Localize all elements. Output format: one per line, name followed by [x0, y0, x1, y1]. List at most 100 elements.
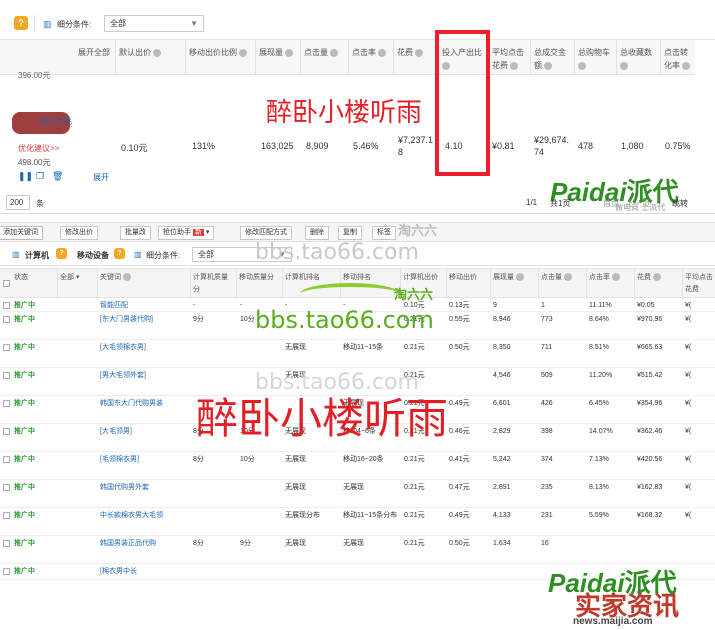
row-cost: ¥162.83: [637, 484, 663, 491]
col-impressions[interactable]: 展现量: [255, 40, 300, 75]
row-keyword[interactable]: 韩国男装正品代购: [100, 538, 190, 550]
expand-link[interactable]: 展开: [93, 172, 109, 183]
row-keyword[interactable]: [大毛领棉衣男]: [100, 342, 190, 354]
row-keyword[interactable]: 韩国代购男外套: [100, 482, 190, 494]
expand-all-link[interactable]: 展开全部: [75, 40, 115, 75]
product-title-link[interactable]: 男士大毛: [40, 116, 72, 127]
row-checkbox[interactable]: [3, 400, 10, 407]
col-ctr[interactable]: 点击率: [586, 269, 634, 299]
row-keyword[interactable]: [棉衣男中长: [100, 566, 190, 578]
optimize-suggest-link[interactable]: 优化建议>>: [18, 143, 59, 154]
col-fav[interactable]: 总收藏数: [616, 40, 660, 75]
tag-button[interactable]: 标签: [372, 226, 396, 240]
table-row[interactable]: 推广中 [毛领棉衣男] 8分 10分 无展现 移动16~20条 0.21元 0.41元 5,24…: [0, 452, 715, 480]
tab-mobile[interactable]: 移动设备: [77, 250, 109, 261]
row-keyword[interactable]: 中长款棉衣男大毛领: [100, 510, 190, 522]
row-status: 推广中: [14, 316, 35, 323]
col-cost[interactable]: 花费: [634, 269, 682, 299]
first-page-link[interactable]: 首页: [603, 198, 619, 209]
row-status: 推广中: [14, 456, 35, 463]
help-badge[interactable]: ?: [56, 248, 67, 259]
row-imp: 2,829: [493, 428, 511, 435]
row-checkbox[interactable]: [3, 540, 10, 547]
row-status: 推广中: [14, 540, 35, 547]
row-pcq: -: [193, 302, 196, 309]
row-keyword[interactable]: 智能匹配: [100, 300, 190, 312]
col-cpc[interactable]: 平均点击花费: [488, 40, 530, 75]
col-mobile-quality[interactable]: 移动质量分: [236, 269, 282, 299]
product-ctr: 5.46%: [353, 141, 379, 151]
product-impressions: 163,025: [261, 141, 294, 151]
row-ctr: 6.45%: [589, 400, 609, 407]
col-label: 展现量: [493, 274, 514, 281]
row-keyword[interactable]: [东大门男装代购]: [100, 314, 190, 326]
col-ctr[interactable]: 点击率: [348, 40, 393, 75]
row-checkbox[interactable]: [3, 316, 10, 323]
page-size-select[interactable]: 200: [6, 195, 30, 210]
row-mb: 0.41元: [449, 456, 470, 463]
col-cost[interactable]: 花费: [393, 40, 438, 75]
col-status-filter[interactable]: 全部 ▾: [57, 269, 97, 299]
help-badge[interactable]: ?: [114, 248, 125, 259]
row-keyword[interactable]: 韩国东大门代购男装: [100, 398, 190, 410]
col-clicks[interactable]: 点击量: [300, 40, 348, 75]
row-status: 推广中: [14, 428, 35, 435]
col-cart[interactable]: 总购物车: [574, 40, 616, 75]
product-cvr: 0.75%: [665, 141, 691, 151]
col-cvr[interactable]: 点击转化率: [660, 40, 695, 75]
col-cpc[interactable]: 平均点击花费: [682, 269, 715, 299]
table-row[interactable]: 推广中 韩国代购男外套 无展现 无展现 0.21元 0.47元 2,891 235 8.13% ¥…: [0, 480, 715, 508]
new-badge: 新: [192, 229, 204, 236]
trash-icon[interactable]: 🗑: [52, 171, 63, 182]
col-gmv[interactable]: 总成交金额: [530, 40, 574, 75]
row-cost: ¥362.46: [637, 428, 663, 435]
row-checkbox[interactable]: [3, 484, 10, 491]
tab-pc[interactable]: 计算机: [25, 250, 49, 261]
match-type-button[interactable]: 修改匹配方式: [240, 226, 292, 240]
col-clicks[interactable]: 点击量: [538, 269, 586, 299]
row-checkbox[interactable]: [3, 372, 10, 379]
col-impressions[interactable]: 展现量: [490, 269, 538, 299]
page-total: 共1页: [550, 199, 571, 208]
row-checkbox[interactable]: [3, 568, 10, 575]
pause-icon[interactable]: ❚❚: [18, 171, 33, 182]
prev-page-link[interactable]: 上一页: [626, 198, 650, 209]
row-pcb: 0.21元: [404, 540, 425, 547]
jump-button[interactable]: 跳转: [672, 198, 688, 209]
row-checkbox[interactable]: [3, 428, 10, 435]
col-keyword[interactable]: 关键词: [97, 269, 190, 299]
divider: [34, 15, 35, 31]
col-status[interactable]: 状态: [12, 269, 57, 299]
filter-select[interactable]: 全部 ▼: [104, 15, 204, 32]
help-badge[interactable]: ?: [14, 16, 28, 30]
row-pcr: 无展现: [285, 540, 306, 547]
row-keyword[interactable]: [男大毛领外套]: [100, 370, 190, 382]
delete-button[interactable]: 删除: [305, 226, 329, 240]
copy-icon[interactable]: ❐: [36, 171, 44, 182]
batch-edit-button[interactable]: 批量改: [120, 226, 151, 240]
col-default-bid[interactable]: 默认出价: [115, 40, 185, 75]
table-row[interactable]: 推广中 [大毛领棉衣男] 无展现 移动11~15条 0.21元 0.50元 8,350 711…: [0, 340, 715, 368]
col-mobile-ratio[interactable]: 移动出价比例: [185, 40, 255, 75]
rank-helper-button[interactable]: 抢位助手 新 ▾: [158, 226, 215, 240]
col-label: 花费: [637, 274, 651, 281]
row-checkbox[interactable]: [3, 302, 10, 309]
row-keyword[interactable]: [毛领棉衣男]: [100, 454, 190, 466]
col-pc-quality[interactable]: 计算机质量分: [190, 269, 236, 299]
help-icon: [515, 273, 524, 282]
table-row[interactable]: 推广中 中长款棉衣男大毛领 无展现分布 移动11~15条分布 0.21元 0.49元 4,1…: [0, 508, 715, 536]
select-all-checkbox[interactable]: [3, 280, 10, 287]
col-label: 平均点击花费: [492, 48, 524, 70]
row-keyword[interactable]: [大毛领男]: [100, 426, 190, 438]
row-checkbox[interactable]: [3, 456, 10, 463]
edit-bid-button[interactable]: 修改出价: [60, 226, 98, 240]
row-checkbox[interactable]: [3, 512, 10, 519]
copy-button[interactable]: 复制: [338, 226, 362, 240]
row-pcq: 9分: [193, 316, 204, 323]
row-checkbox[interactable]: [3, 344, 10, 351]
table-row[interactable]: 推广中 韩国男装正品代购 8分 9分 无展现 无展现 0.21元 0.50元 1,634 16: [0, 536, 715, 564]
rank-helper-label: 抢位助手: [163, 229, 191, 236]
col-mobile-bid[interactable]: 移动出价: [446, 269, 490, 299]
row-cost: ¥420.56: [637, 456, 663, 463]
add-keyword-button[interactable]: 添加关键词: [0, 226, 43, 240]
